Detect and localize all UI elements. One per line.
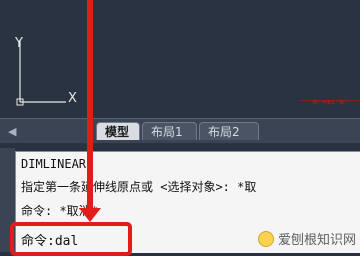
watermark-text: 爱刨根知识网	[277, 233, 356, 248]
watermark: 爱刨根知识网	[257, 229, 356, 248]
ucs-icon	[16, 40, 66, 106]
watermark-logo-icon	[257, 230, 274, 247]
annotation-arrow-head	[79, 208, 101, 222]
tab-layout2[interactable]: 布局2	[199, 122, 259, 140]
command-line: 指定第一条延伸线原点或 <选择对象>: *取	[21, 180, 257, 194]
tab-prev-arrow-icon[interactable]: ◀	[8, 125, 16, 138]
ucs-x-label: X	[68, 91, 77, 106]
annotation-arrow-shaft	[87, 0, 93, 214]
layout-tab-bar: ◀ 模型 布局1 布局2	[0, 118, 360, 143]
annotation-highlight-box	[10, 222, 132, 256]
tab-layout1[interactable]: 布局1	[142, 122, 197, 140]
ucs-y-label: Y	[15, 36, 23, 51]
dimension-marker: m-+ms-m-	[313, 98, 349, 106]
command-line: DIMLINEAR	[21, 157, 87, 171]
tab-model[interactable]: 模型	[96, 122, 140, 140]
